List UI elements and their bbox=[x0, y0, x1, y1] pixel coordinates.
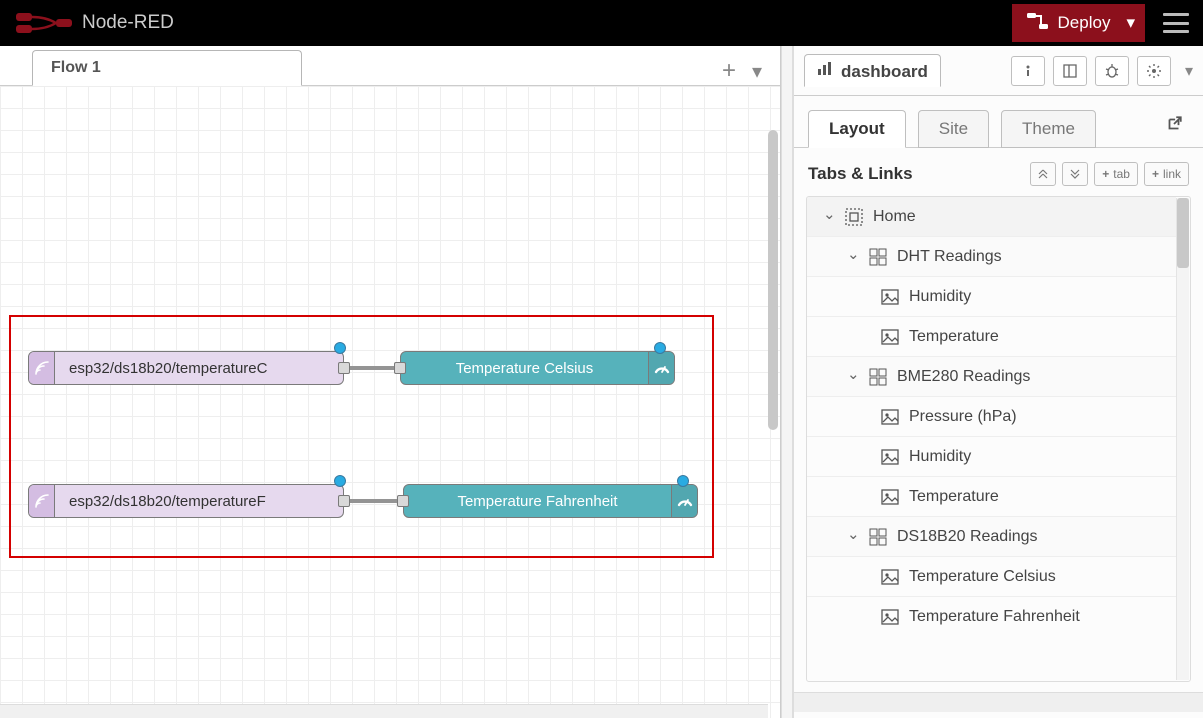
tree-widget[interactable]: Temperature Fahrenheit bbox=[807, 597, 1176, 637]
tree-label: Pressure (hPa) bbox=[909, 408, 1017, 426]
deploy-button-label: Deploy bbox=[1058, 13, 1111, 33]
tab-label: Site bbox=[939, 119, 968, 139]
mini-btn-label: tab bbox=[1113, 167, 1130, 181]
tree-label: BME280 Readings bbox=[897, 368, 1030, 386]
tree-widget[interactable]: Humidity bbox=[807, 277, 1176, 317]
grid-icon bbox=[869, 528, 887, 546]
dashboard-tree: Home DHT Readings Humidity Temperature bbox=[807, 197, 1190, 637]
sidebar-tab-debug[interactable] bbox=[1095, 56, 1129, 86]
sidebar-splitter[interactable] bbox=[781, 46, 793, 718]
image-icon bbox=[881, 328, 899, 346]
dashboard-subtabs: Layout Site Theme bbox=[794, 96, 1203, 148]
tree-label: DS18B20 Readings bbox=[897, 528, 1038, 546]
workspace-tab-bar: Flow 1 + bbox=[0, 46, 780, 86]
open-dashboard-icon[interactable] bbox=[1165, 115, 1189, 139]
tree-widget[interactable]: Temperature Celsius bbox=[807, 557, 1176, 597]
image-icon bbox=[881, 448, 899, 466]
tab-theme[interactable]: Theme bbox=[1001, 110, 1096, 148]
tree-label: Temperature Celsius bbox=[909, 568, 1056, 586]
tab-label: Layout bbox=[829, 119, 885, 139]
app-logo: Node-RED bbox=[16, 12, 174, 34]
expand-all-button[interactable] bbox=[1062, 162, 1088, 186]
tree-tab-home[interactable]: Home bbox=[807, 197, 1176, 237]
tab-site[interactable]: Site bbox=[918, 110, 989, 148]
sidebar-panel-tab-dashboard[interactable]: dashboard bbox=[804, 54, 941, 87]
grid-icon bbox=[869, 248, 887, 266]
main-menu-button[interactable] bbox=[1163, 13, 1189, 33]
selection-highlight bbox=[9, 315, 714, 558]
chevron-down-icon bbox=[847, 367, 859, 386]
tree-label: Humidity bbox=[909, 288, 971, 306]
app-title: Node-RED bbox=[82, 12, 174, 34]
nodered-logo-icon bbox=[16, 12, 72, 34]
deploy-caret-icon bbox=[1126, 13, 1135, 33]
add-link-button[interactable]: +link bbox=[1144, 162, 1189, 186]
add-tab-button[interactable]: +tab bbox=[1094, 162, 1138, 186]
image-icon bbox=[881, 568, 899, 586]
add-flow-button[interactable]: + bbox=[722, 57, 736, 85]
dashboard-icon bbox=[817, 61, 833, 82]
mini-btn-label: link bbox=[1163, 167, 1181, 181]
tree-label: Temperature Fahrenheit bbox=[909, 608, 1080, 626]
canvas-scrollbar-vertical[interactable] bbox=[768, 130, 778, 430]
app-header: Node-RED Deploy bbox=[0, 0, 1203, 46]
deploy-button[interactable]: Deploy bbox=[1012, 4, 1145, 42]
tree-label: Temperature bbox=[909, 328, 999, 346]
sidebar-header: dashboard bbox=[794, 46, 1203, 96]
tree-widget[interactable]: Pressure (hPa) bbox=[807, 397, 1176, 437]
grid-icon bbox=[869, 368, 887, 386]
collapse-all-button[interactable] bbox=[1030, 162, 1056, 186]
sidebar-footer bbox=[794, 692, 1203, 712]
tab-icon bbox=[845, 208, 863, 226]
deploy-icon bbox=[1026, 10, 1048, 37]
image-icon bbox=[881, 288, 899, 306]
tab-layout[interactable]: Layout bbox=[808, 110, 906, 148]
workspace-tab-flow1[interactable]: Flow 1 bbox=[32, 50, 302, 86]
image-icon bbox=[881, 608, 899, 626]
sidebar-tab-info[interactable] bbox=[1011, 56, 1045, 86]
tree-label: Temperature bbox=[909, 488, 999, 506]
sidebar-tab-help[interactable] bbox=[1053, 56, 1087, 86]
sidebar-panel-label: dashboard bbox=[841, 62, 928, 82]
tree-label: Humidity bbox=[909, 448, 971, 466]
tabs-links-heading: Tabs & Links bbox=[808, 164, 1024, 184]
tree-widget[interactable]: Temperature bbox=[807, 477, 1176, 517]
canvas-scrollbar-horizontal[interactable] bbox=[0, 704, 768, 718]
workspace: Flow 1 + esp32/ds18b20/temperatureC bbox=[0, 46, 781, 718]
chevron-down-icon bbox=[847, 247, 859, 266]
tree-group[interactable]: DHT Readings bbox=[807, 237, 1176, 277]
chevron-down-icon bbox=[823, 207, 835, 226]
sidebar-tab-config[interactable] bbox=[1137, 56, 1171, 86]
tree-widget[interactable]: Humidity bbox=[807, 437, 1176, 477]
tree-scrollbar[interactable] bbox=[1176, 198, 1189, 680]
tree-widget[interactable]: Temperature bbox=[807, 317, 1176, 357]
tree-label: DHT Readings bbox=[897, 248, 1002, 266]
workspace-tab-label: Flow 1 bbox=[51, 59, 101, 77]
chevron-down-icon bbox=[847, 527, 859, 546]
tree-group[interactable]: DS18B20 Readings bbox=[807, 517, 1176, 557]
tree-group[interactable]: BME280 Readings bbox=[807, 357, 1176, 397]
tab-label: Theme bbox=[1022, 119, 1075, 139]
sidebar: dashboard Layout Site Theme bbox=[793, 46, 1203, 718]
image-icon bbox=[881, 408, 899, 426]
image-icon bbox=[881, 488, 899, 506]
flow-list-dropdown[interactable] bbox=[752, 59, 762, 84]
sidebar-more-dropdown[interactable] bbox=[1185, 61, 1193, 81]
tree-label: Home bbox=[873, 208, 916, 226]
